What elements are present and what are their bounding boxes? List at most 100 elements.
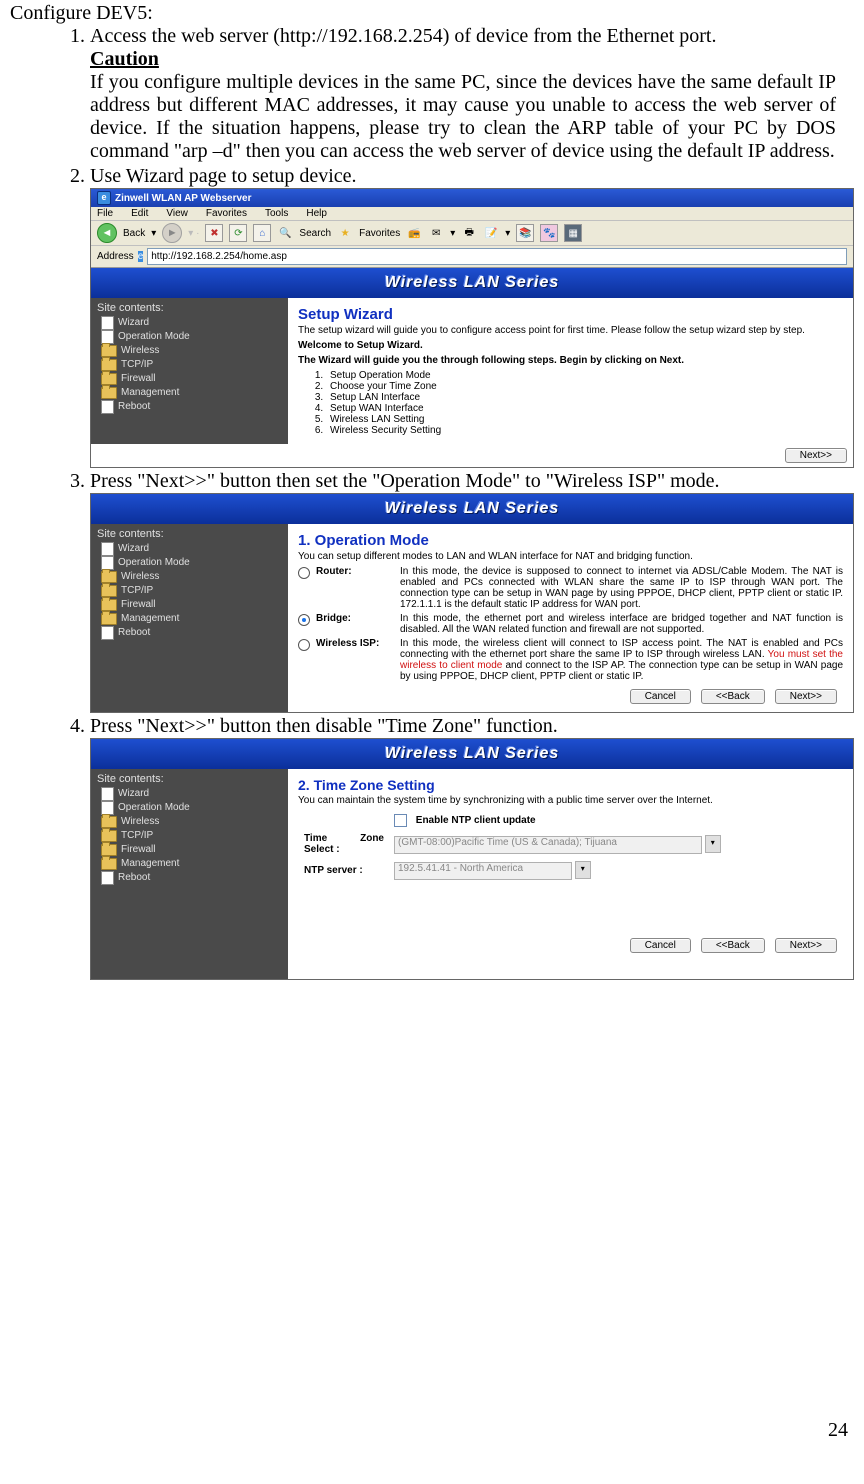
enable-ntp-checkbox[interactable] xyxy=(394,814,407,827)
folder-icon xyxy=(101,359,117,371)
sidebar-item-reboot[interactable]: Reboot xyxy=(97,626,282,640)
mode-bridge-label: Bridge: xyxy=(316,613,394,624)
sidebar-item-label: TCP/IP xyxy=(121,584,153,598)
next-button[interactable]: Next>> xyxy=(775,689,837,704)
sidebar-item-tcpip[interactable]: TCP/IP xyxy=(97,358,282,372)
next-button[interactable]: Next>> xyxy=(785,448,847,463)
mode-wisp-row: Wireless ISP: In this mode, the wireless… xyxy=(298,638,843,682)
next-button[interactable]: Next>> xyxy=(775,938,837,953)
wizard-lead: The Wizard will guide you the through fo… xyxy=(298,355,843,366)
step-1-text: Access the web server (http://192.168.2.… xyxy=(90,25,716,47)
mail-icon[interactable]: ✉ xyxy=(428,225,444,241)
address-input[interactable] xyxy=(147,248,847,265)
step-2-text: Use Wizard page to setup device. xyxy=(90,165,357,187)
sidebar-item-label: Reboot xyxy=(118,626,150,640)
folder-icon xyxy=(101,373,117,385)
wizard-title: Setup Wizard xyxy=(298,306,843,323)
sidebar-item-label: Operation Mode xyxy=(118,556,190,570)
search-button[interactable]: Search xyxy=(299,228,331,239)
sidebar: Site contents: Wizard Operation Mode Wir… xyxy=(91,769,288,979)
sidebar-item-management[interactable]: Management xyxy=(97,386,282,400)
menu-edit[interactable]: Edit xyxy=(131,208,148,219)
search-icon[interactable]: 🔍 xyxy=(277,225,293,241)
sidebar-item-firewall[interactable]: Firewall xyxy=(97,372,282,386)
back-button[interactable]: <<Back xyxy=(701,689,765,704)
time-zone-title: 2. Time Zone Setting xyxy=(298,777,843,793)
folder-icon xyxy=(101,387,117,399)
sidebar-item-reboot[interactable]: Reboot xyxy=(97,400,282,414)
sidebar-item-wireless[interactable]: Wireless xyxy=(97,344,282,358)
sidebar: Site contents: Wizard Operation Mode Wir… xyxy=(91,298,288,444)
sidebar-item-wizard[interactable]: Wizard xyxy=(97,542,282,556)
edit-icon[interactable]: 📝 xyxy=(483,225,499,241)
button-row: Cancel <<Back Next>> xyxy=(298,934,843,957)
print-icon[interactable]: 🖶 xyxy=(461,225,477,241)
folder-icon xyxy=(101,858,117,870)
sidebar-item-label: Management xyxy=(121,612,179,626)
sidebar-item-tcpip[interactable]: TCP/IP xyxy=(97,829,282,843)
radio-wireless-isp[interactable] xyxy=(298,639,310,651)
favorites-button[interactable]: Favorites xyxy=(359,228,400,239)
menu-tools[interactable]: Tools xyxy=(265,208,288,219)
radio-bridge[interactable] xyxy=(298,614,310,626)
sidebar-item-operation-mode[interactable]: Operation Mode xyxy=(97,801,282,815)
folder-icon xyxy=(101,585,117,597)
toolbar-extra-1-icon[interactable]: 📚 xyxy=(516,224,534,242)
sidebar-item-firewall[interactable]: Firewall xyxy=(97,598,282,612)
sidebar-item-operation-mode[interactable]: Operation Mode xyxy=(97,330,282,344)
back-button[interactable]: <<Back xyxy=(701,938,765,953)
menu-view[interactable]: View xyxy=(166,208,188,219)
wizard-step-item: Wireless Security Setting xyxy=(326,425,843,436)
folder-icon xyxy=(101,844,117,856)
dropdown-icon[interactable]: ▾ xyxy=(575,861,591,879)
cancel-button[interactable]: Cancel xyxy=(630,938,691,953)
media-icon[interactable]: 📻 xyxy=(406,225,422,241)
back-dropdown-icon[interactable]: ▾ xyxy=(151,228,156,239)
tz-select[interactable]: (GMT-08:00)Pacific Time (US & Canada); T… xyxy=(394,836,702,854)
mode-router-text: In this mode, the device is supposed to … xyxy=(400,566,843,610)
wizard-step-item: Setup Operation Mode xyxy=(326,370,843,381)
folder-icon xyxy=(101,599,117,611)
refresh-icon[interactable]: ⟳ xyxy=(229,224,247,242)
ntp-server-select[interactable]: 192.5.41.41 - North America xyxy=(394,862,572,880)
toolbar-extra-2-icon[interactable]: 🐾 xyxy=(540,224,558,242)
sidebar-item-label: Management xyxy=(121,857,179,871)
ie-icon: e xyxy=(97,191,111,205)
sidebar-item-wireless[interactable]: Wireless xyxy=(97,570,282,584)
sidebar-item-wizard[interactable]: Wizard xyxy=(97,316,282,330)
sidebar-item-wizard[interactable]: Wizard xyxy=(97,787,282,801)
stop-icon[interactable]: ✖ xyxy=(205,224,223,242)
sidebar-item-reboot[interactable]: Reboot xyxy=(97,871,282,885)
sidebar-item-label: Wireless xyxy=(121,570,159,584)
cancel-button[interactable]: Cancel xyxy=(630,689,691,704)
mode-router-row: Router: In this mode, the device is supp… xyxy=(298,566,843,610)
enable-ntp-label: Enable NTP client update xyxy=(416,815,536,826)
intro-line: Configure DEV5: xyxy=(10,2,854,25)
sidebar-item-tcpip[interactable]: TCP/IP xyxy=(97,584,282,598)
toolbar-extra-3-icon[interactable]: ▦ xyxy=(564,224,582,242)
sidebar-item-management[interactable]: Management xyxy=(97,857,282,871)
favorites-star-icon[interactable]: ★ xyxy=(337,225,353,241)
back-icon[interactable]: ◄ xyxy=(97,223,117,243)
menu-help[interactable]: Help xyxy=(306,208,327,219)
sidebar-item-management[interactable]: Management xyxy=(97,612,282,626)
sidebar-item-label: Operation Mode xyxy=(118,330,190,344)
back-button[interactable]: Back xyxy=(123,228,145,239)
sidebar-item-label: TCP/IP xyxy=(121,358,153,372)
forward-icon: ► xyxy=(162,223,182,243)
mode-router-label: Router: xyxy=(316,566,394,577)
doc-icon xyxy=(101,787,114,801)
ie-window-title: Zinwell WLAN AP Webserver xyxy=(115,193,252,204)
sidebar-item-wireless[interactable]: Wireless xyxy=(97,815,282,829)
doc-icon xyxy=(101,556,114,570)
sidebar-item-firewall[interactable]: Firewall xyxy=(97,843,282,857)
dropdown-icon[interactable]: ▾ xyxy=(705,835,721,853)
sidebar-item-operation-mode[interactable]: Operation Mode xyxy=(97,556,282,570)
sidebar-item-label: Wizard xyxy=(118,787,149,801)
menu-favorites[interactable]: Favorites xyxy=(206,208,247,219)
radio-router[interactable] xyxy=(298,567,310,579)
home-icon[interactable]: ⌂ xyxy=(253,224,271,242)
step-3-text: Press "Next>>" button then set the "Oper… xyxy=(90,470,720,492)
menu-file[interactable]: File xyxy=(97,208,113,219)
wizard-step-list: Setup Operation Mode Choose your Time Zo… xyxy=(326,370,843,436)
